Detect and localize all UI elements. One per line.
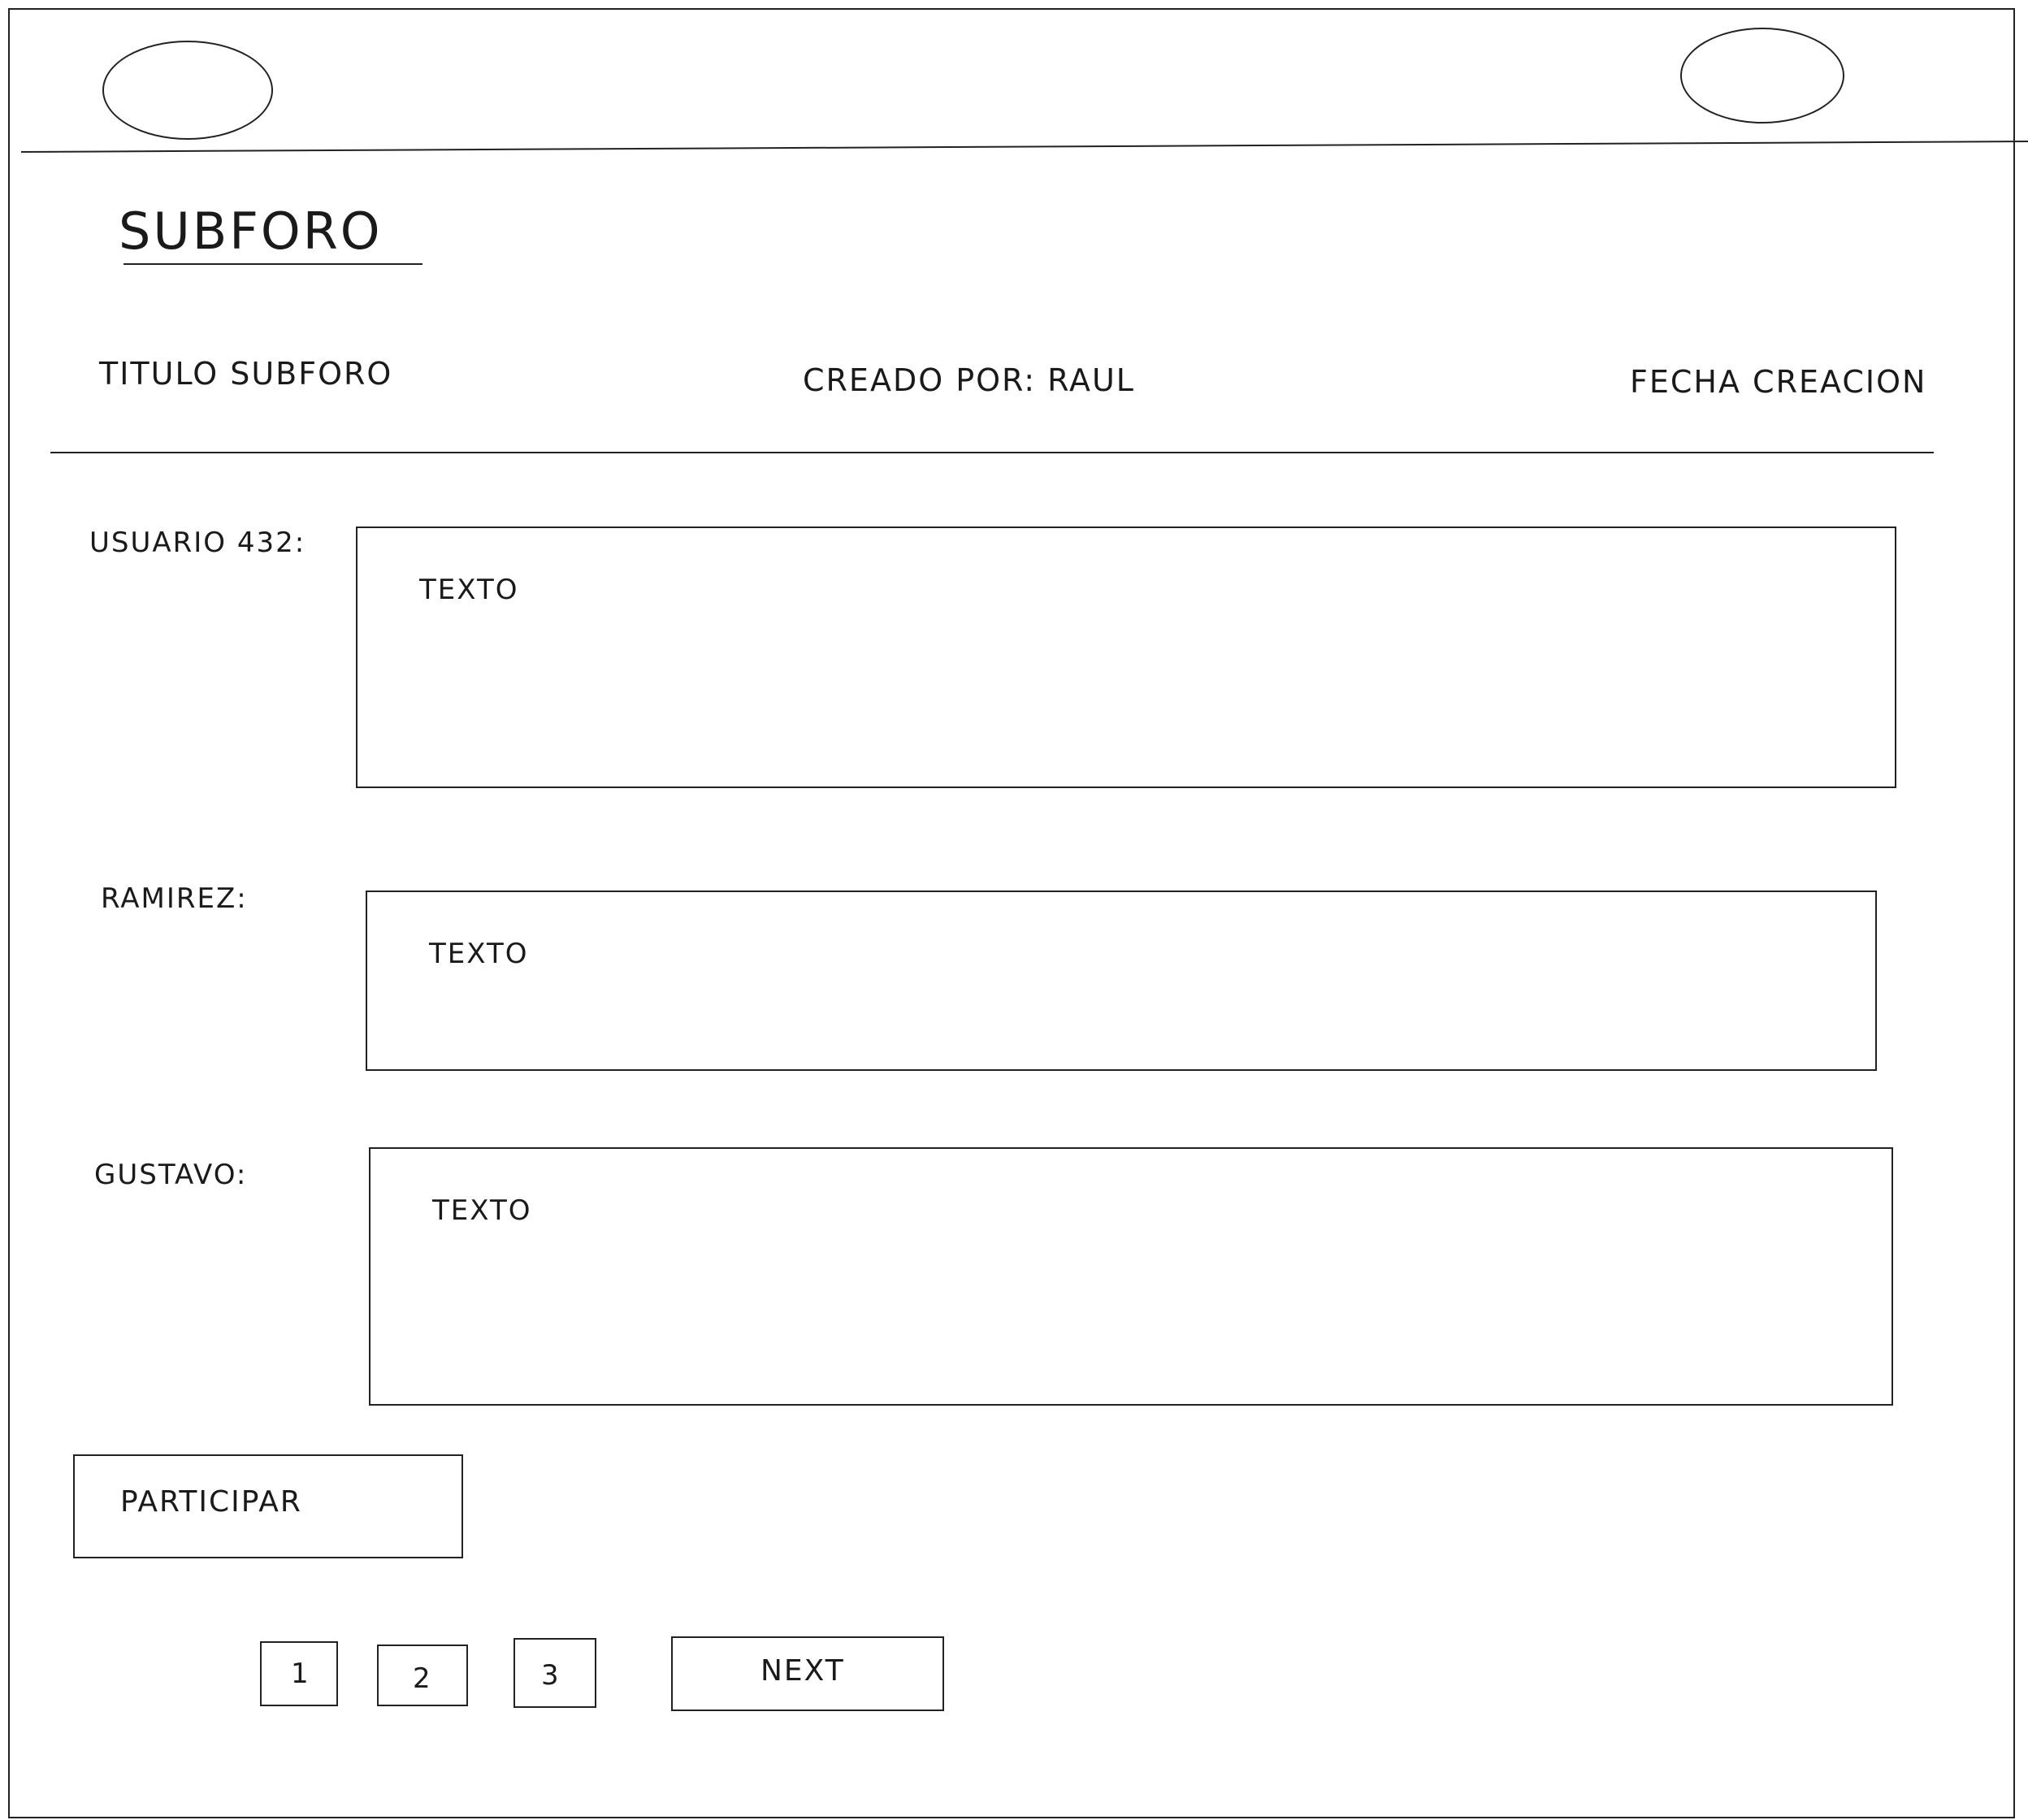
next-button[interactable]: NEXT <box>671 1636 944 1711</box>
post-author: GUSTAVO: <box>94 1159 248 1191</box>
page-number: 1 <box>291 1658 310 1690</box>
page-3-button[interactable]: 3 <box>514 1638 596 1708</box>
post-text-box[interactable]: TEXTO <box>369 1147 1893 1406</box>
subforum-date: FECHA CREACION <box>1630 364 1927 400</box>
page-1-button[interactable]: 1 <box>260 1641 338 1706</box>
next-label: NEXT <box>760 1654 845 1688</box>
logo-icon[interactable] <box>102 41 273 140</box>
page-title-underline <box>124 263 422 265</box>
page-number: 3 <box>541 1659 561 1692</box>
post-text: TEXTO <box>432 1194 532 1227</box>
participate-label: PARTICIPAR <box>120 1485 302 1519</box>
post-author: USUARIO 432: <box>89 526 306 559</box>
participate-button[interactable]: PARTICIPAR <box>73 1454 463 1558</box>
post-text: TEXTO <box>429 938 529 970</box>
meta-divider <box>50 452 1934 453</box>
subforum-author: CREADO POR: RAUL <box>803 362 1135 398</box>
profile-icon[interactable] <box>1680 28 1844 124</box>
post-text-box[interactable]: TEXTO <box>366 890 1877 1071</box>
post-author: RAMIREZ: <box>101 882 248 915</box>
page-2-button[interactable]: 2 <box>377 1644 468 1706</box>
page-title: SUBFORO <box>119 202 383 261</box>
page-number: 2 <box>413 1662 432 1695</box>
subforum-title: TITULO SUBFORO <box>99 356 393 392</box>
post-text: TEXTO <box>419 574 519 606</box>
post-text-box[interactable]: TEXTO <box>356 526 1896 788</box>
